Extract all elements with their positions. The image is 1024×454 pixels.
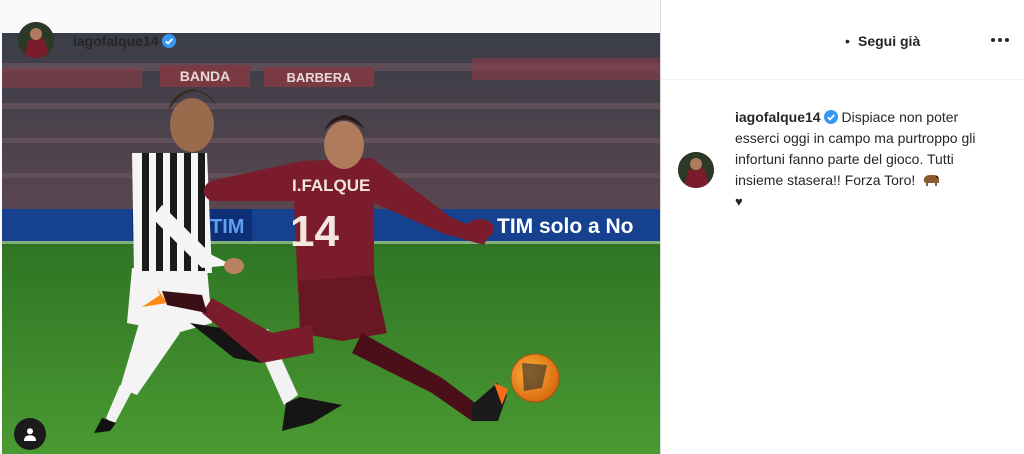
top-bar-gap bbox=[0, 0, 660, 33]
ad-board-left-text: TIM bbox=[210, 216, 244, 238]
football-match-image: BANDA BARBERA TIM TIM solo a No I.FALQUE… bbox=[2, 33, 660, 454]
separator-dot: • bbox=[845, 33, 850, 49]
post-photo[interactable]: BANDA BARBERA TIM TIM solo a No I.FALQUE… bbox=[2, 33, 660, 454]
header-username[interactable]: iagofalque14 bbox=[73, 33, 176, 49]
username-text[interactable]: iagofalque14 bbox=[73, 33, 159, 49]
football bbox=[510, 353, 560, 403]
stadium-banner-left: BANDA bbox=[160, 65, 250, 87]
caption-username[interactable]: iagofalque14 bbox=[735, 109, 821, 125]
svg-text:BANDA: BANDA bbox=[180, 68, 231, 84]
caption-avatar[interactable] bbox=[678, 152, 714, 188]
svg-text:BARBERA: BARBERA bbox=[287, 70, 353, 85]
profile-picture bbox=[678, 152, 714, 188]
stadium-banner-right: BARBERA bbox=[264, 67, 374, 87]
verified-badge-icon bbox=[823, 110, 838, 124]
profile-picture bbox=[18, 22, 54, 58]
post-header bbox=[661, 0, 1024, 80]
more-options-icon[interactable] bbox=[985, 30, 1015, 50]
user-tag-icon bbox=[24, 428, 36, 441]
black-heart-emoji: ♥ bbox=[735, 194, 743, 209]
jersey-name: I.FALQUE bbox=[292, 176, 370, 195]
avatar[interactable] bbox=[18, 22, 54, 58]
jersey-number: 14 bbox=[290, 207, 339, 256]
verified-badge-icon bbox=[161, 34, 176, 48]
post-caption: iagofalque14 Dispiace non poter esserci … bbox=[735, 107, 1005, 212]
follow-button[interactable]: Segui già bbox=[858, 33, 920, 49]
bear-emoji bbox=[923, 175, 940, 186]
ad-board-right-text: TIM solo a No bbox=[497, 215, 634, 238]
tag-button[interactable] bbox=[14, 418, 46, 450]
